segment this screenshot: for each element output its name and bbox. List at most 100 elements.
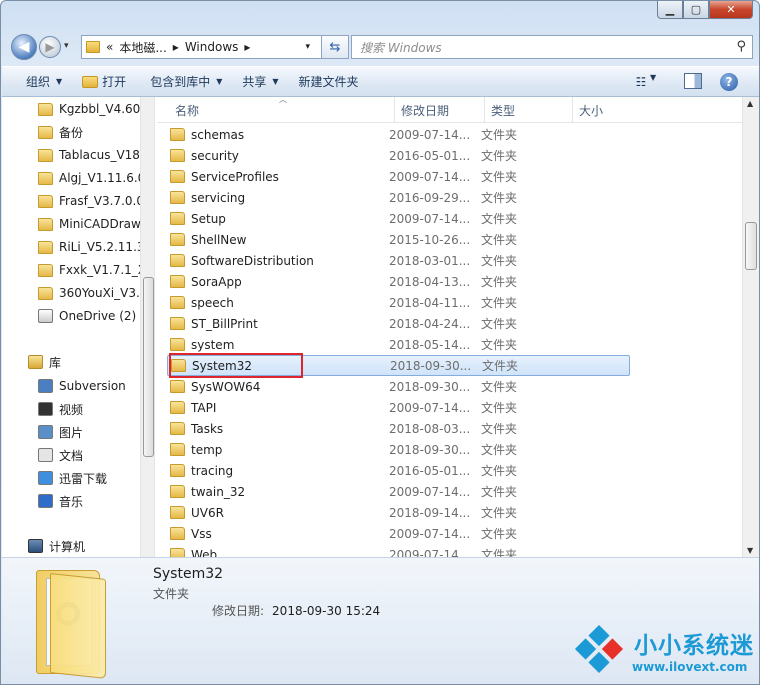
- table-row[interactable]: Web 2009-07-14... 文件夹: [167, 544, 630, 557]
- share-button[interactable]: 共享 ▼: [232, 67, 288, 96]
- name-cell: Vss: [167, 527, 389, 541]
- file-name: speech: [191, 295, 234, 310]
- column-name[interactable]: 名称: [157, 97, 395, 123]
- close-button[interactable]: ✕: [709, 1, 753, 19]
- minimize-button[interactable]: ▁: [657, 1, 683, 19]
- organize-button[interactable]: 组织 ▼: [2, 67, 72, 96]
- name-cell: temp: [167, 443, 389, 457]
- column-header: 名称 修改日期 类型 大小: [157, 97, 742, 123]
- type-cell: 文件夹: [481, 548, 518, 557]
- sidebar-item-library-entry[interactable]: Subversion: [38, 375, 126, 397]
- table-row[interactable]: Tasks 2018-08-03... 文件夹: [167, 418, 630, 439]
- name-cell: servicing: [167, 191, 389, 205]
- table-row[interactable]: Vss 2009-07-14... 文件夹: [167, 523, 630, 544]
- scrollbar-thumb[interactable]: [745, 222, 757, 270]
- folder-icon: [170, 275, 185, 288]
- nav-scrollbar[interactable]: [140, 97, 154, 557]
- breadcrumb-separator-icon[interactable]: ▸: [173, 40, 179, 54]
- table-row[interactable]: UV6R 2018-09-14... 文件夹: [167, 502, 630, 523]
- sidebar-item-library-entry[interactable]: 音乐: [38, 490, 83, 512]
- explorer-window: ▁ ▢ ✕ ◀ ▶ ▾ « 本地磁... ▸ Windows ▸ ▾ ⇆ 搜索 …: [0, 0, 760, 685]
- address-dropdown-icon[interactable]: ▾: [305, 42, 310, 52]
- refresh-button[interactable]: ⇆: [321, 35, 349, 59]
- search-icon[interactable]: ⚲: [736, 39, 746, 54]
- sidebar-item-folder[interactable]: 360YouXi_V3.: [38, 282, 140, 304]
- sidebar-item-label: 视频: [59, 402, 84, 417]
- breadcrumb-separator-icon[interactable]: ▸: [244, 40, 250, 54]
- view-options-icon[interactable]: ☷: [630, 73, 652, 91]
- watermark-title: 小小系统迷: [634, 633, 754, 659]
- table-row[interactable]: TAPI 2009-07-14... 文件夹: [167, 397, 630, 418]
- maximize-button[interactable]: ▢: [683, 1, 709, 19]
- table-row[interactable]: SoftwareDistribution 2018-03-01... 文件夹: [167, 250, 630, 271]
- folder-icon: [86, 41, 100, 53]
- sidebar-item-library-entry[interactable]: 视频: [38, 398, 83, 420]
- back-button[interactable]: ◀: [11, 34, 37, 60]
- sidebar-item-folder[interactable]: MiniCADDraw: [38, 213, 141, 235]
- file-name: Setup: [191, 211, 226, 226]
- file-name: SysWOW64: [191, 379, 261, 394]
- sidebar-item-computer[interactable]: 计算机: [28, 535, 85, 557]
- sidebar-item-onedrive[interactable]: OneDrive (2): [38, 305, 136, 327]
- sidebar-item-folder[interactable]: Tablacus_V18: [38, 144, 140, 166]
- open-button[interactable]: 打开: [72, 67, 136, 96]
- history-dropdown-icon[interactable]: ▾: [64, 41, 69, 51]
- table-row[interactable]: servicing 2016-09-29... 文件夹: [167, 187, 630, 208]
- sidebar-item-folder[interactable]: 备份: [38, 121, 83, 143]
- breadcrumb-windows[interactable]: Windows: [185, 40, 239, 54]
- table-row[interactable]: SysWOW64 2018-09-30... 文件夹: [167, 376, 630, 397]
- include-in-library-button[interactable]: 包含到库中 ▼: [136, 67, 232, 96]
- sidebar-item-library-entry[interactable]: 迅雷下载: [38, 467, 107, 489]
- sidebar-item-folder[interactable]: Kgzbbl_V4.60: [38, 98, 140, 120]
- folder-icon: [170, 548, 185, 557]
- file-list-scrollbar[interactable]: ▲ ▼: [742, 97, 759, 557]
- sidebar-item-label: 计算机: [49, 539, 86, 554]
- forward-button[interactable]: ▶: [39, 36, 61, 58]
- chevron-down-icon[interactable]: ▼: [650, 73, 656, 82]
- sidebar-item-library[interactable]: 库: [28, 351, 61, 373]
- table-row[interactable]: temp 2018-09-30... 文件夹: [167, 439, 630, 460]
- sidebar-item-library-entry[interactable]: 图片: [38, 421, 83, 443]
- table-row[interactable]: security 2016-05-01... 文件夹: [167, 145, 630, 166]
- table-row[interactable]: twain_32 2009-07-14... 文件夹: [167, 481, 630, 502]
- table-row[interactable]: speech 2018-04-11... 文件夹: [167, 292, 630, 313]
- date-cell: 2016-09-29...: [389, 190, 471, 205]
- scroll-up-icon[interactable]: ▲: [747, 99, 753, 108]
- file-name: servicing: [191, 190, 246, 205]
- new-folder-button[interactable]: 新建文件夹: [289, 67, 369, 96]
- table-row[interactable]: ServiceProfiles 2009-07-14... 文件夹: [167, 166, 630, 187]
- table-row[interactable]: system 2018-05-14... 文件夹: [167, 334, 630, 355]
- breadcrumb-local-disk[interactable]: 本地磁...: [119, 39, 166, 56]
- table-row[interactable]: SoraApp 2018-04-13... 文件夹: [167, 271, 630, 292]
- column-type[interactable]: 类型: [485, 97, 573, 123]
- date-cell: 2018-09-30...: [389, 379, 471, 394]
- sidebar-item-library-entry[interactable]: 文档: [38, 444, 83, 466]
- address-prefix[interactable]: «: [106, 40, 113, 54]
- table-row[interactable]: ShellNew 2015-10-26... 文件夹: [167, 229, 630, 250]
- sidebar-item-folder[interactable]: Frasf_V3.7.0.0: [38, 190, 144, 212]
- date-cell: 2018-09-14...: [389, 505, 471, 520]
- table-row[interactable]: schemas 2009-07-14... 文件夹: [167, 124, 630, 145]
- search-input[interactable]: 搜索 Windows ⚲: [351, 35, 753, 59]
- sidebar-item-folder[interactable]: RiLi_V5.2.11.3: [38, 236, 145, 258]
- name-cell: system: [167, 338, 389, 352]
- preview-pane-icon[interactable]: [684, 73, 702, 89]
- folder-icon: [170, 233, 185, 246]
- folder-icon: [38, 194, 53, 208]
- column-date[interactable]: 修改日期: [395, 97, 485, 123]
- folder-icon: [170, 128, 185, 141]
- table-row[interactable]: Setup 2009-07-14... 文件夹: [167, 208, 630, 229]
- file-name: ShellNew: [191, 232, 247, 247]
- music-icon: [38, 494, 53, 508]
- column-size[interactable]: 大小: [573, 97, 633, 123]
- nav-scrollbar-thumb[interactable]: [143, 277, 154, 457]
- folder-icon: [38, 217, 53, 231]
- address-bar[interactable]: « 本地磁... ▸ Windows ▸ ▾: [81, 35, 323, 59]
- table-row[interactable]: ST_BillPrint 2018-04-24... 文件夹: [167, 313, 630, 334]
- table-row[interactable]: tracing 2016-05-01... 文件夹: [167, 460, 630, 481]
- help-icon[interactable]: ?: [720, 73, 738, 91]
- sidebar-item-folder[interactable]: Fxxk_V1.7.1_X: [38, 259, 146, 281]
- sidebar-item-folder[interactable]: Algj_V1.11.6.0: [38, 167, 145, 189]
- scroll-down-icon[interactable]: ▼: [747, 546, 753, 555]
- folder-icon: [38, 125, 53, 139]
